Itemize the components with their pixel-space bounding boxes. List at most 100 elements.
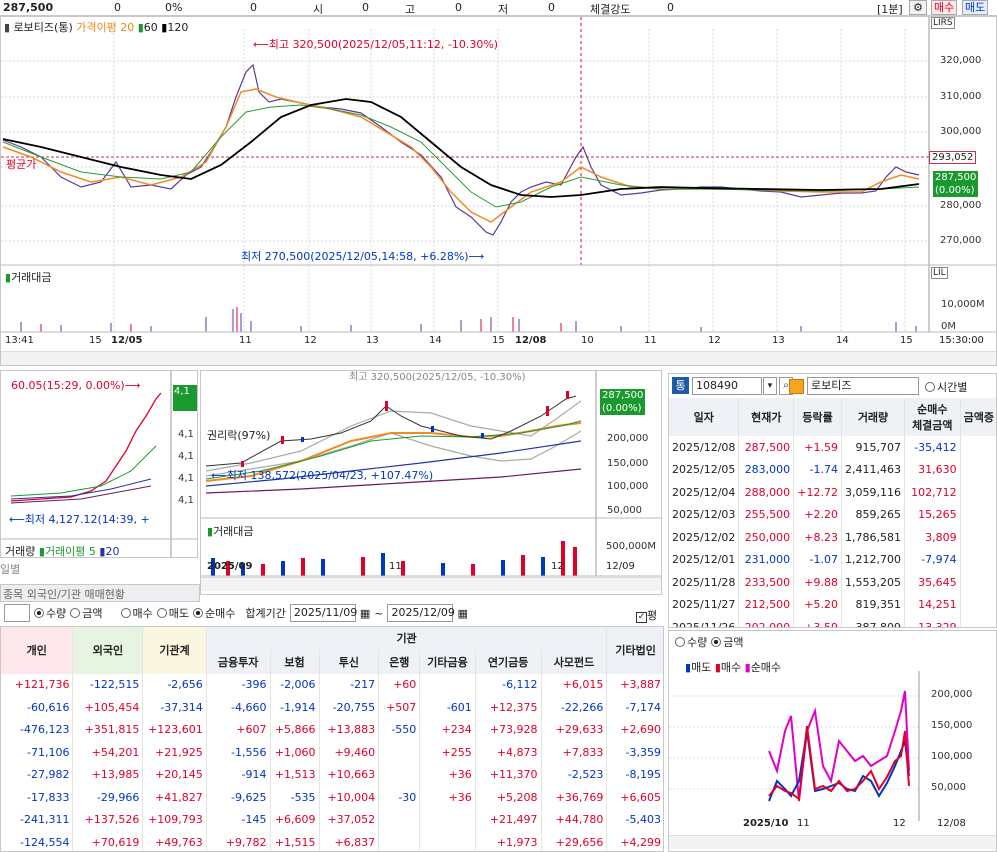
- row-date: 2025/12/04: [669, 481, 740, 504]
- time-radio-label: 시간별: [937, 381, 968, 394]
- stock-row[interactable]: 2025/12/01 231,000 -1.07 1,212,700 -7,974: [669, 548, 996, 571]
- stock-row[interactable]: 2025/12/04 288,000 +12.72 3,059,116 102,712: [669, 481, 996, 504]
- flow-cell: -17,833: [1, 786, 74, 809]
- daily-x-tick: 12/09: [606, 561, 635, 572]
- chart-scrollbar[interactable]: [1, 351, 996, 365]
- stock-row[interactable]: 2025/12/02 250,000 +8.23 1,786,581 3,809: [669, 526, 996, 549]
- flow-row[interactable]: -17,833 -29,966 +41,827 -9,625 -535 +10,004 -3…: [1, 786, 663, 809]
- col-extra[interactable]: 금액증: [960, 398, 996, 436]
- flow-cell: -27,982: [1, 763, 74, 786]
- flow-cell: -914: [206, 763, 271, 786]
- radio-sell[interactable]: 매도: [156, 605, 189, 621]
- flow-cell: -71,106: [1, 741, 74, 764]
- flow-cell: +11,370: [475, 763, 542, 786]
- time-radio[interactable]: 시간별: [925, 379, 967, 395]
- radio-qty[interactable]: 수량: [34, 605, 66, 621]
- flow-cell: +123,601: [142, 718, 207, 741]
- col-ins[interactable]: 보험: [270, 649, 320, 674]
- col-trust[interactable]: 투신: [319, 649, 380, 674]
- row-volume: 859,265: [841, 503, 905, 526]
- col-fin[interactable]: 금융투자: [206, 649, 271, 674]
- current-price-tag: 287,500 (0.00%): [933, 171, 979, 197]
- radio-net[interactable]: 순매수: [193, 605, 235, 621]
- col-other-corp[interactable]: 기타법인: [606, 627, 663, 674]
- volume-tick: 0M: [941, 321, 956, 332]
- date-from-input[interactable]: 2025/11/09: [289, 604, 357, 622]
- mini-radio-qty[interactable]: 수량: [675, 634, 707, 650]
- flow-row[interactable]: -124,554 +70,619 +49,763 +9,782 +1,515 +6,837…: [1, 831, 663, 851]
- col-otherfin[interactable]: 기타금융: [419, 649, 476, 674]
- main-intraday-chart[interactable]: ▮ 로보티즈(통) 가격이평 20 ▮60 ▮120 LIRS ⟵최고 320,…: [0, 16, 997, 366]
- row-price: 287,500: [738, 436, 795, 459]
- flow-row[interactable]: -60,616 +105,454 -37,314 -4,660 -1,914 -20,75…: [1, 696, 663, 719]
- daily-x-tick: 2025/09: [207, 561, 253, 572]
- index-mini-chart[interactable]: 60.05(15:29, 0.00%)⟶ ⟵최저 4,127.12(14:39,…: [0, 370, 198, 558]
- flow-row[interactable]: -241,311 +137,526 +109,793 -145 +6,609 +37,05…: [1, 808, 663, 831]
- col-date[interactable]: 일자: [669, 398, 740, 436]
- col-private[interactable]: 사모펀드: [541, 649, 608, 674]
- flow-cell: +2,690: [606, 718, 663, 741]
- stock-row[interactable]: 2025/11/27 212,500 +5.20 819,351 14,251: [669, 593, 996, 616]
- period-label[interactable]: [1분]: [877, 1, 903, 17]
- date-to-input[interactable]: 2025/12/09: [387, 604, 455, 622]
- col-bank[interactable]: 은행: [378, 649, 421, 674]
- flow-type-dropdown[interactable]: [4, 604, 30, 622]
- mini-scrollbar[interactable]: [669, 835, 996, 849]
- flow-cell: +4,873: [475, 741, 542, 764]
- row-date: 2025/12/08: [669, 436, 740, 459]
- flow-cell: +20,145: [142, 763, 207, 786]
- flow-row[interactable]: -71,106 +54,201 +21,925 -1,556 +1,060 +9,460 +…: [1, 741, 663, 764]
- volume-scale-toggle[interactable]: LIL: [931, 267, 948, 279]
- stock-row[interactable]: 2025/11/26 202,000 +3.59 387,809 13,329: [669, 616, 996, 627]
- flow-cell: +21,497: [475, 808, 542, 831]
- daily-chart[interactable]: 최고 320,500(2025/12/05, -10.30%) 권리락(97%)…: [200, 370, 662, 595]
- chevron-down-icon[interactable]: ▾: [763, 377, 777, 395]
- daily-x-tick: 12: [551, 561, 564, 572]
- index-volume-ma: 거래이평 5: [44, 545, 96, 558]
- flow-cell: -2,006: [270, 673, 320, 696]
- buy-button[interactable]: 매수: [931, 0, 958, 15]
- gear-icon[interactable]: ⚙: [909, 0, 927, 15]
- flow-cell: +60: [378, 673, 421, 696]
- radio-amount[interactable]: 금액: [70, 605, 103, 621]
- col-institution[interactable]: 기관계: [142, 627, 207, 674]
- row-price: 250,000: [738, 526, 795, 549]
- col-volume[interactable]: 거래량: [841, 398, 905, 436]
- flow-cell: +105,454: [72, 696, 144, 719]
- row-extra: [960, 593, 996, 616]
- folder-icon[interactable]: [789, 379, 804, 394]
- flow-cell: [419, 808, 476, 831]
- row-rate: +12.72: [793, 481, 843, 504]
- stock-row[interactable]: 2025/12/03 255,500 +2.20 859,265 15,265: [669, 503, 996, 526]
- stock-row[interactable]: 2025/12/05 283,000 -1.74 2,411,463 31,630: [669, 458, 996, 481]
- stock-code-input[interactable]: 108490: [692, 377, 762, 395]
- mini-x-tick: 11: [797, 818, 810, 829]
- daily-scrollbar[interactable]: [201, 577, 661, 591]
- flow-cell: +12,375: [475, 696, 542, 719]
- flow-cell: -60,616: [1, 696, 74, 719]
- index-high-note: 60.05(15:29, 0.00%)⟶: [11, 379, 141, 392]
- stock-row[interactable]: 2025/12/08 287,500 +1.59 915,707 -35,412: [669, 436, 996, 459]
- net-buy-mini-chart[interactable]: 수량 금액 ▮매도 ▮매수 ▮순매수 200,000 150,000 100,0…: [668, 630, 997, 852]
- mini-x-tick: 12/08: [937, 818, 966, 829]
- avg-checkbox[interactable]: ✓ 평: [636, 607, 657, 623]
- col-price[interactable]: 현재가: [738, 398, 795, 436]
- flow-row[interactable]: -476,123 +351,815 +123,601 +607 +5,866 +13,88…: [1, 718, 663, 741]
- stock-row[interactable]: 2025/11/28 233,500 +9.88 1,553,205 35,645: [669, 571, 996, 594]
- calendar-icon[interactable]: ▦: [457, 607, 467, 620]
- col-net-buy[interactable]: 순매수 체결금액: [904, 398, 961, 436]
- stock-tag[interactable]: 통: [672, 377, 689, 394]
- daily-tab[interactable]: 일별: [0, 561, 20, 577]
- col-pension[interactable]: 연기금등: [475, 649, 542, 674]
- sell-button[interactable]: 매도: [962, 0, 989, 15]
- flow-row[interactable]: -27,982 +13,985 +20,145 -914 +1,513 +10,663 +3…: [1, 763, 663, 786]
- calendar-icon[interactable]: ▦: [360, 607, 370, 620]
- col-individual[interactable]: 개인: [1, 627, 74, 674]
- col-foreign[interactable]: 외국인: [72, 627, 144, 674]
- index-y-tick: 4,1: [178, 451, 194, 462]
- index-y-tick: 4,1: [178, 429, 194, 440]
- radio-buy[interactable]: 매수: [120, 605, 153, 621]
- mini-radio-amount[interactable]: 금액: [711, 634, 744, 650]
- flow-row[interactable]: +121,736 -122,515 -2,656 -396 -2,006 -217 +60 -…: [1, 673, 663, 696]
- col-rate[interactable]: 등락률: [793, 398, 843, 436]
